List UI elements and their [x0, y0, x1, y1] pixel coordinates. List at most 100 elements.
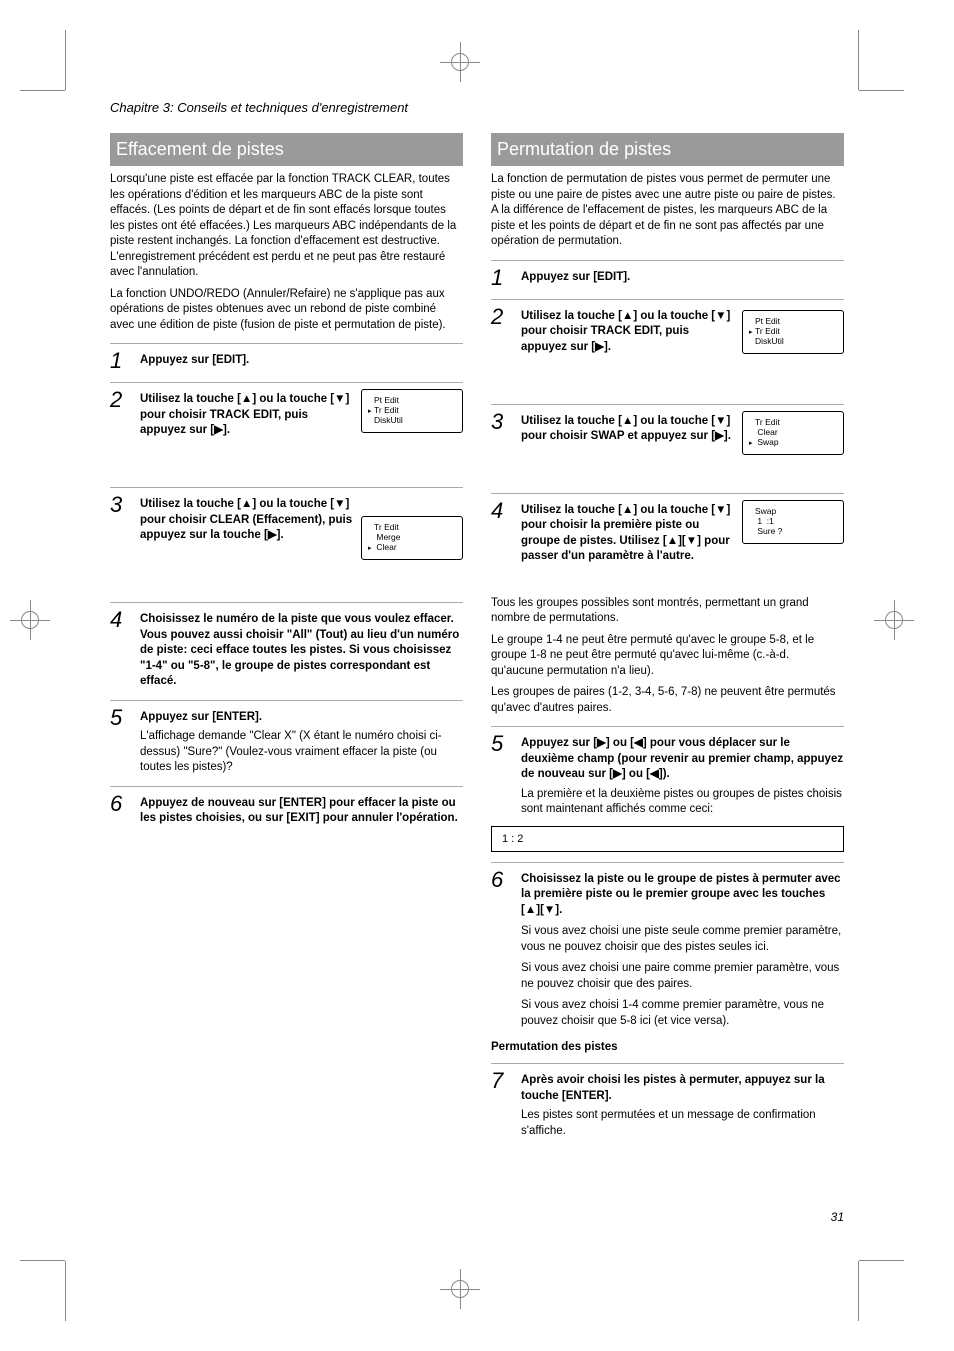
section-title-right: Permutation de pistes: [491, 133, 844, 166]
triangle-right-icon: ▶: [597, 737, 606, 749]
step-text: Choisissez la piste ou le groupe de pist…: [521, 873, 841, 916]
intro-paragraph: La fonction UNDO/REDO (Annuler/Refaire) …: [110, 287, 463, 334]
step-extra: Les pistes sont permutées et un message …: [521, 1108, 844, 1139]
intro-paragraph: La fonction de permutation de pistes vou…: [491, 172, 844, 250]
triangle-down-icon: ▼: [715, 504, 726, 516]
lcd-screen: Swap 1 :1 Sure ?: [742, 500, 844, 544]
section-title-left: Effacement de pistes: [110, 133, 463, 166]
step-number: 3: [110, 494, 132, 592]
step-number: 2: [491, 306, 513, 394]
step-number: 1: [491, 267, 513, 289]
step-text: Appuyez sur [▶] ou [◀] pour vous déplace…: [521, 737, 843, 780]
step-text: Utilisez la touche [▲] ou la touche [▼] …: [521, 504, 730, 563]
divider: [491, 299, 844, 300]
step-number: 2: [110, 389, 132, 477]
right-column: Permutation de pistes La fonction de per…: [491, 133, 844, 1143]
step-text: Utilisez la touche [▲] ou la touche [▼] …: [521, 310, 730, 353]
triangle-up-icon: ▲: [622, 415, 633, 427]
step: 4 Utilisez la touche [▲] ou la touche [▼…: [491, 500, 844, 590]
step-number: 6: [110, 793, 132, 827]
triangle-down-icon: ▼: [544, 904, 555, 916]
triangle-right-icon: ▶: [595, 341, 604, 353]
triangle-up-icon: ▲: [241, 393, 252, 405]
registration-mark-left: [10, 600, 50, 640]
step: 4 Choisissez le numéro de la piste que v…: [110, 609, 463, 690]
body-paragraph: Si vous avez choisi une piste seule comm…: [521, 924, 844, 955]
divider: [110, 786, 463, 787]
triangle-down-icon: ▼: [715, 415, 726, 427]
step: 5 Appuyez sur [ENTER]. L'affichage deman…: [110, 707, 463, 776]
step: 2 Utilisez la touche [▲] ou la touche [▼…: [491, 306, 844, 394]
step: 5 Appuyez sur [▶] ou [◀] pour vous dépla…: [491, 733, 844, 818]
step-number: 5: [491, 733, 513, 818]
step-number: 3: [491, 411, 513, 483]
body-paragraph: Les groupes de paires (1-2, 3-4, 5-6, 7-…: [491, 685, 844, 716]
body-paragraph: Si vous avez choisi 1-4 comme premier pa…: [521, 998, 844, 1029]
step-text: Utilisez la touche [▲] ou la touche [▼] …: [521, 415, 731, 443]
divider: [491, 862, 844, 863]
registration-mark-right: [874, 600, 914, 640]
lcd-screen: Tr Edit Merge ▸ Clear: [361, 516, 463, 560]
triangle-right-icon: ▶: [214, 424, 223, 436]
body-paragraph: Si vous avez choisi une paire comme prem…: [521, 961, 844, 992]
page-header: Chapitre 3: Conseils et techniques d'enr…: [110, 100, 844, 115]
divider: [110, 700, 463, 701]
triangle-up-icon: ▲: [525, 904, 536, 916]
step: 1 Appuyez sur [EDIT].: [110, 350, 463, 372]
body-paragraph: Tous les groupes possibles sont montrés,…: [491, 596, 844, 627]
body-paragraph: Le groupe 1-4 ne peut être permuté qu'av…: [491, 633, 844, 680]
step: 3 Utilisez la touche [▲] ou la touche [▼…: [110, 494, 463, 592]
page-content: Chapitre 3: Conseils et techniques d'enr…: [110, 100, 844, 1143]
triangle-up-icon: ▲: [622, 310, 633, 322]
step-text: Appuyez sur [ENTER].: [140, 711, 262, 723]
step-text: Appuyez de nouveau sur [ENTER] pour effa…: [140, 797, 458, 825]
divider: [110, 382, 463, 383]
triangle-up-icon: ▲: [667, 535, 678, 547]
divider: [491, 493, 844, 494]
lcd-screen: Pt Edit ▸Tr Edit DiskUtil: [742, 310, 844, 354]
triangle-up-icon: ▲: [622, 504, 633, 516]
triangle-up-icon: ▲: [241, 498, 252, 510]
step-extra: La première et la deuxième pistes ou gro…: [521, 787, 844, 818]
step-text: Après avoir choisi les pistes à permuter…: [521, 1074, 825, 1102]
registration-mark-bottom: [440, 1269, 480, 1309]
step-text: Appuyez sur [EDIT].: [140, 354, 249, 366]
lcd-screen: Pt Edit ▸Tr Edit DiskUtil: [361, 389, 463, 433]
divider: [491, 404, 844, 405]
left-column: Effacement de pistes Lorsqu'une piste es…: [110, 133, 463, 1143]
divider: [491, 726, 844, 727]
divider: [110, 487, 463, 488]
step: 1 Appuyez sur [EDIT].: [491, 267, 844, 289]
step: 7 Après avoir choisi les pistes à permut…: [491, 1070, 844, 1139]
parameter-display-box: 1 : 2: [491, 826, 844, 852]
triangle-down-icon: ▼: [715, 310, 726, 322]
triangle-right-icon: ▶: [268, 529, 277, 541]
triangle-down-icon: ▼: [334, 393, 345, 405]
step-number: 6: [491, 869, 513, 1036]
step-text: Choisissez le numéro de la piste que vou…: [140, 613, 459, 687]
step: 6 Choisissez la piste ou le groupe de pi…: [491, 869, 844, 1036]
triangle-right-icon: ▶: [613, 768, 622, 780]
triangle-left-icon: ◀: [634, 737, 643, 749]
subheading: Permutation des pistes: [491, 1041, 844, 1053]
step-number: 4: [110, 609, 132, 690]
step-text: Utilisez la touche [▲] ou la touche [▼] …: [140, 393, 349, 436]
step-extra: L'affichage demande "Clear X" (X étant l…: [140, 729, 463, 776]
triangle-left-icon: ◀: [650, 768, 659, 780]
lcd-screen: Tr Edit Clear ▸ Swap: [742, 411, 844, 455]
step: 3 Utilisez la touche [▲] ou la touche [▼…: [491, 411, 844, 483]
triangle-down-icon: ▼: [686, 535, 697, 547]
step-number: 7: [491, 1070, 513, 1139]
step-number: 4: [491, 500, 513, 590]
divider: [491, 260, 844, 261]
step: 6 Appuyez de nouveau sur [ENTER] pour ef…: [110, 793, 463, 827]
divider: [110, 343, 463, 344]
divider: [110, 602, 463, 603]
intro-paragraph: Lorsqu'une piste est effacée par la fonc…: [110, 172, 463, 281]
divider: [491, 1063, 844, 1064]
step-number: 1: [110, 350, 132, 372]
registration-mark-top: [440, 42, 480, 82]
step: 2 Utilisez la touche [▲] ou la touche [▼…: [110, 389, 463, 477]
step-number: 5: [110, 707, 132, 776]
step-text: Appuyez sur [EDIT].: [521, 271, 630, 283]
